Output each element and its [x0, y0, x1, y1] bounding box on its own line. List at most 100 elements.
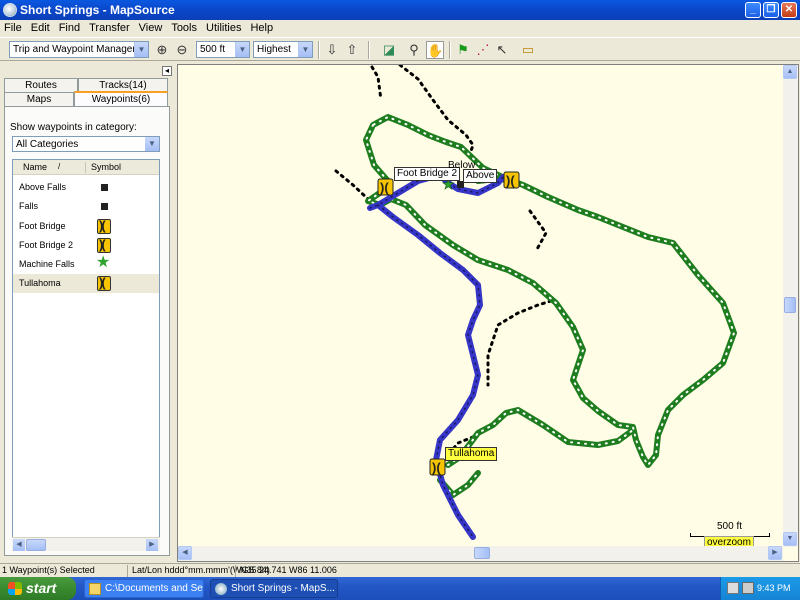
speaker-icon[interactable] — [742, 582, 754, 594]
status-divider — [235, 565, 236, 577]
map-vscroll[interactable]: ▲ ▼ — [783, 65, 798, 547]
tab-routes-label: Routes — [25, 80, 57, 91]
manager-combo-value: Trip and Waypoint Manager v2 — [13, 44, 149, 55]
scale-bar: 500 ft — [690, 521, 770, 537]
waypoint-row[interactable]: Foot Bridge 2 — [13, 236, 159, 255]
waypoint-name: Foot Bridge — [19, 221, 66, 231]
route-tool-icon[interactable]: ⋰ — [474, 41, 492, 59]
send-to-device-icon[interactable]: ⇧ — [343, 41, 361, 59]
toolbar-separator — [318, 41, 320, 59]
zoom-scale-value: 500 ft — [200, 44, 226, 55]
waypoint-row-selected[interactable]: Tullahoma — [13, 274, 159, 293]
track-black-north-1 — [370, 65, 383, 102]
scroll-thumb[interactable] — [26, 539, 46, 551]
zoom-out-icon[interactable]: ⊖ — [173, 41, 191, 59]
waypoint-flag-icon[interactable]: ⚑ — [454, 41, 472, 59]
selection-arrow-icon[interactable]: ↖ — [493, 41, 511, 59]
chevron-down-icon[interactable]: ▼ — [298, 42, 312, 57]
tab-waypoints[interactable]: Waypoints(6) — [74, 91, 168, 106]
maximize-button[interactable]: ❐ — [763, 2, 779, 18]
scroll-left-icon[interactable]: ◀ — [178, 546, 192, 560]
scroll-thumb[interactable] — [784, 297, 796, 313]
minimize-button[interactable]: _ — [745, 2, 761, 18]
distance-ruler-icon[interactable]: ▭ — [519, 41, 537, 59]
waypoint-row[interactable]: Falls — [13, 197, 159, 216]
scroll-down-icon[interactable]: ▼ — [783, 532, 797, 546]
manager-combo[interactable]: Trip and Waypoint Manager v2 ▼ — [9, 41, 149, 58]
scroll-right-icon[interactable]: ▶ — [768, 546, 782, 560]
tab-tracks[interactable]: Tracks(14) — [78, 78, 168, 92]
category-select[interactable]: All Categories ▼ — [12, 136, 160, 152]
scroll-thumb[interactable] — [474, 547, 490, 559]
waypoint-row[interactable]: Machine Falls ★ — [13, 255, 159, 274]
track-black-center — [486, 299, 553, 387]
app-icon[interactable] — [3, 3, 17, 17]
detail-combo[interactable]: Highest ▼ — [253, 41, 313, 58]
zoom-tool-icon[interactable]: ⚲ — [405, 41, 423, 59]
menu-find[interactable]: Find — [55, 20, 85, 34]
map-hscroll[interactable]: ◀ ▶ — [178, 546, 783, 561]
menu-view[interactable]: View — [135, 20, 168, 34]
mapsource-icon — [215, 583, 227, 595]
menu-transfer[interactable]: Transfer — [85, 20, 135, 34]
menu-help[interactable]: Help — [246, 20, 278, 34]
collapse-panel-icon[interactable]: ◂ — [162, 66, 172, 76]
task-label: C:\Documents and Se... — [105, 583, 204, 594]
map-tool-icon[interactable]: ◪ — [380, 41, 398, 59]
sort-indicator-icon: / — [58, 162, 61, 171]
scroll-right-icon[interactable]: ▶ — [146, 539, 158, 551]
column-divider[interactable] — [85, 162, 86, 173]
map-label-above[interactable]: Above — [463, 169, 498, 183]
tab-routes[interactable]: Routes — [4, 78, 78, 92]
chevron-down-icon[interactable]: ▼ — [145, 137, 159, 151]
waypoint-row[interactable]: Foot Bridge — [13, 217, 159, 236]
bridge-icon — [96, 275, 112, 291]
menu-utilities[interactable]: Utilities — [202, 20, 246, 34]
category-label: Show waypoints in category: — [10, 122, 137, 133]
hand-tool-icon[interactable]: ✋ — [426, 41, 444, 59]
bridge-icon[interactable]: )( — [377, 178, 394, 196]
svg-text:)(: )( — [432, 460, 441, 475]
zoom-in-icon[interactable]: ⊕ — [153, 41, 171, 59]
windows-logo-icon — [8, 582, 22, 595]
map-label-tullahoma[interactable]: Tullahoma — [445, 447, 498, 461]
folder-icon — [89, 583, 101, 595]
waypoint-row[interactable]: Above Falls — [13, 178, 159, 197]
tab-waypoints-label: Waypoints(6) — [91, 94, 151, 105]
svg-text:)(: )( — [380, 180, 389, 195]
column-header-symbol[interactable]: Symbol — [91, 162, 121, 172]
waypoint-name: Machine Falls — [19, 259, 75, 269]
task-button-explorer[interactable]: C:\Documents and Se... — [84, 579, 204, 598]
bridge-icon[interactable]: )( — [503, 171, 520, 189]
menu-edit[interactable]: Edit — [27, 20, 55, 34]
toolbar-separator — [368, 41, 370, 59]
chevron-down-icon[interactable]: ▼ — [235, 42, 249, 57]
chevron-down-icon[interactable]: ▼ — [134, 42, 148, 57]
task-button-mapsource[interactable]: Short Springs - MapS... — [210, 579, 338, 598]
menu-file[interactable]: File — [0, 20, 27, 34]
menu-tools[interactable]: Tools — [167, 20, 202, 34]
status-divider — [127, 565, 128, 577]
taskbar: start C:\Documents and Se... Short Sprin… — [0, 577, 800, 600]
task-label: Short Springs - MapS... — [231, 583, 335, 594]
zoom-scale-combo[interactable]: 500 ft ▼ — [196, 41, 250, 58]
map-tracks: )( )( )( ★ — [334, 65, 737, 540]
start-button[interactable]: start — [0, 577, 76, 600]
bridge-icon[interactable]: )( — [429, 458, 446, 476]
map-canvas[interactable]: )( )( )( ★ Foot Bridge 2 Below Above Tul… — [178, 65, 783, 547]
close-button[interactable]: ✕ — [781, 2, 797, 18]
bridge-icon — [96, 218, 112, 234]
waypoint-name: Tullahoma — [19, 278, 61, 288]
column-header-name[interactable]: Name — [23, 162, 47, 172]
bridge-icon — [96, 237, 112, 253]
tab-maps[interactable]: Maps — [4, 92, 74, 106]
network-icon[interactable] — [727, 582, 739, 594]
status-bar: 1 Waypoint(s) Selected Lat/Lon hddd°mm.m… — [0, 563, 800, 577]
scroll-left-icon[interactable]: ◀ — [13, 539, 25, 551]
receive-from-device-icon[interactable]: ⇩ — [323, 41, 341, 59]
scroll-up-icon[interactable]: ▲ — [783, 65, 797, 79]
waypoint-list-hscroll[interactable]: ◀ ▶ — [12, 537, 160, 551]
map-view[interactable]: )( )( )( ★ Foot Bridge 2 Below Above Tul… — [177, 64, 799, 562]
square-marker-icon — [96, 180, 112, 195]
track-black-east — [528, 209, 548, 253]
